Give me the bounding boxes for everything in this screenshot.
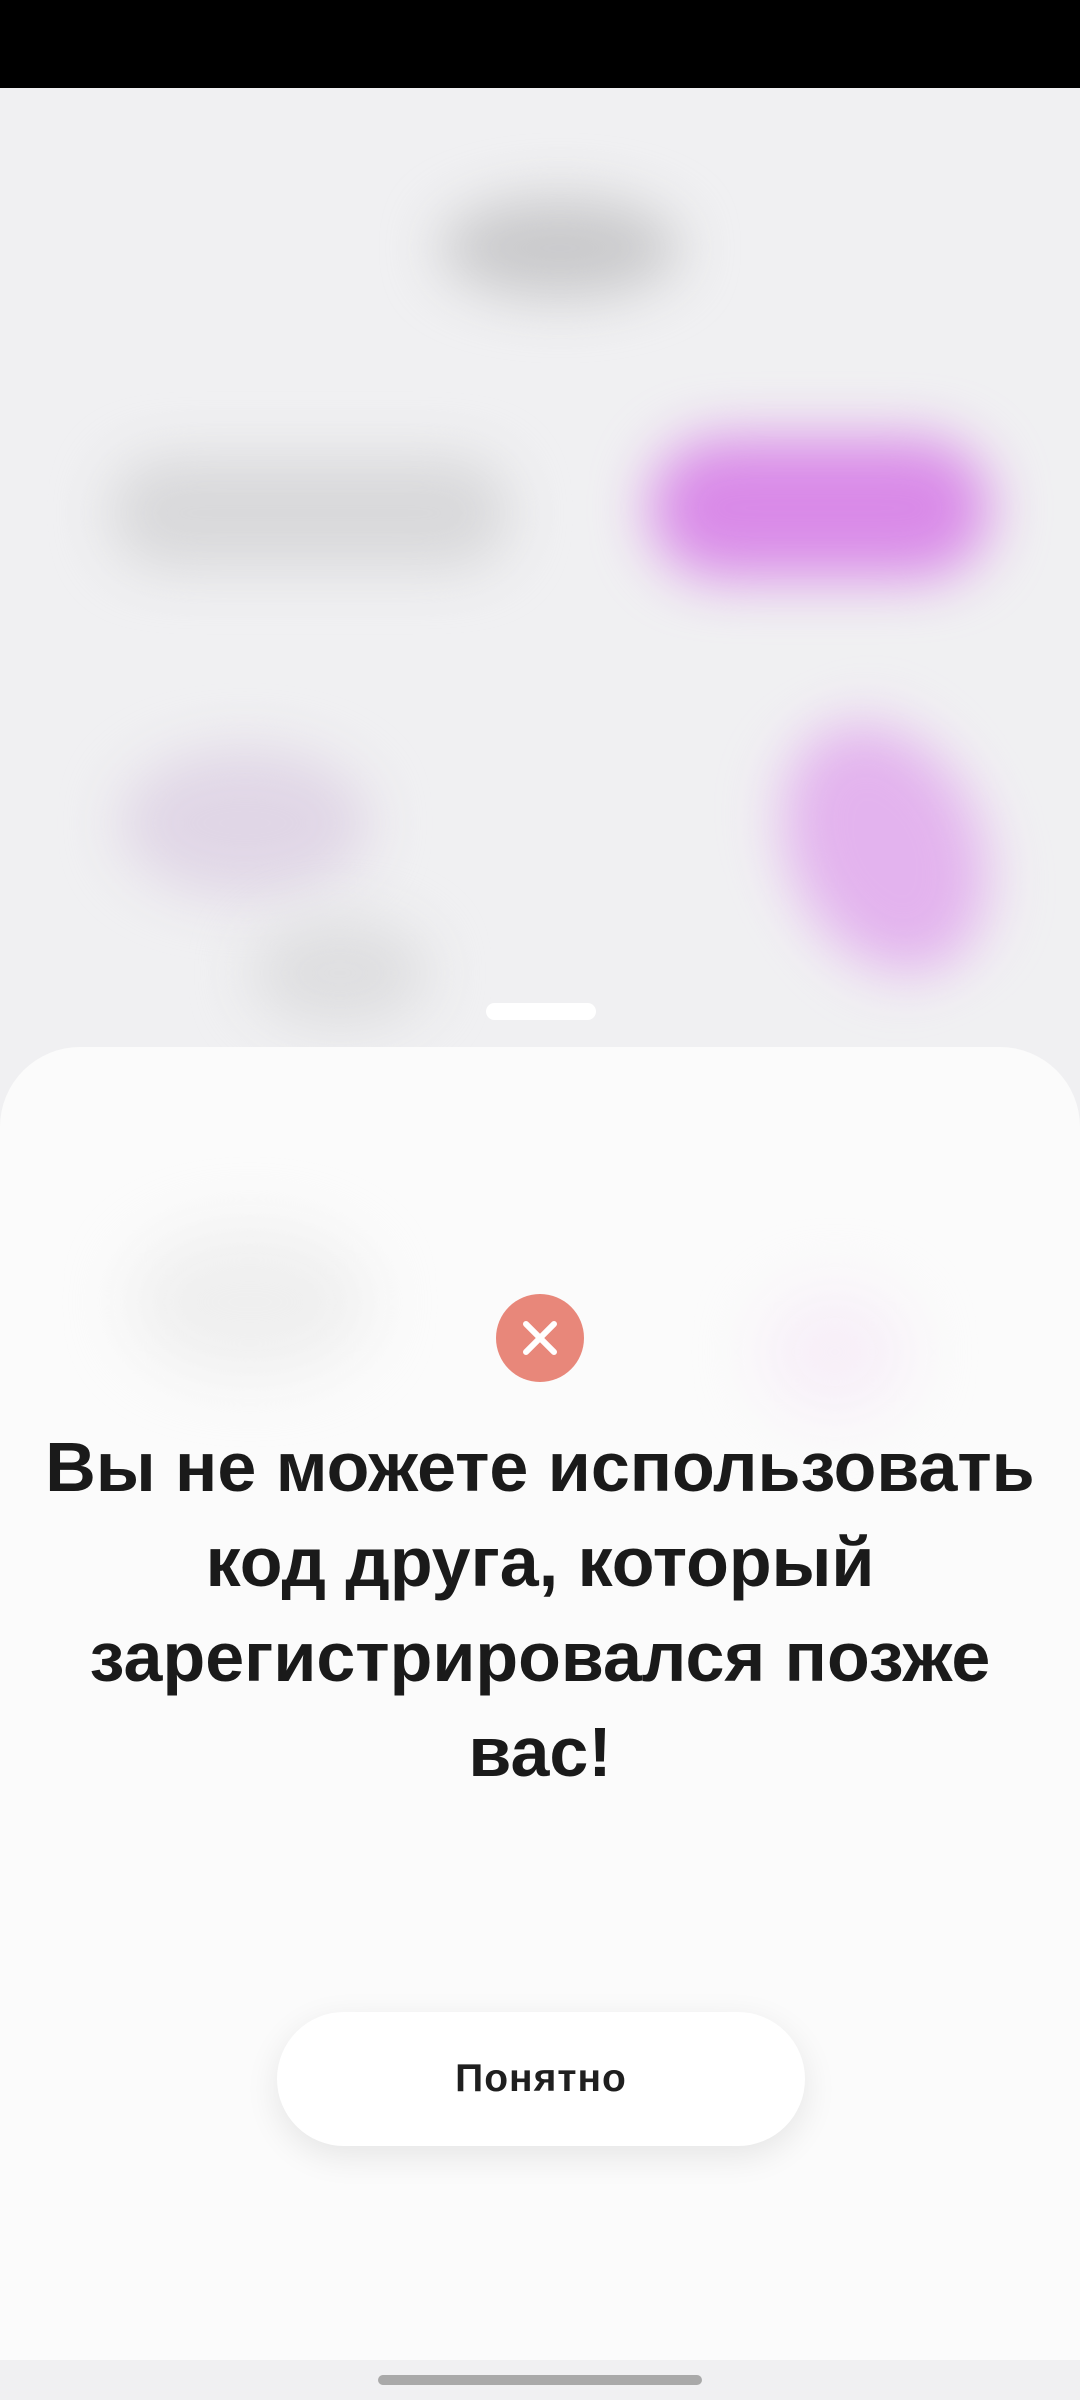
- sheet-drag-handle[interactable]: [486, 1003, 596, 1020]
- error-x-icon: [496, 1294, 584, 1382]
- blurred-background: [0, 88, 1080, 1088]
- understood-button[interactable]: Понятно: [277, 2012, 805, 2146]
- blurred-shape: [760, 1287, 910, 1417]
- error-message: Вы не можете использовать код друга, кот…: [45, 1428, 1035, 1791]
- blurred-shape: [120, 748, 370, 898]
- home-indicator[interactable]: [378, 2375, 702, 2385]
- blurred-shape: [440, 198, 680, 298]
- blurred-shape: [250, 918, 430, 1028]
- blurred-shape: [743, 690, 1027, 1006]
- status-bar: [0, 0, 1080, 88]
- blurred-shape: [110, 458, 510, 568]
- blurred-shape: [650, 438, 990, 578]
- blurred-shape: [130, 1227, 370, 1377]
